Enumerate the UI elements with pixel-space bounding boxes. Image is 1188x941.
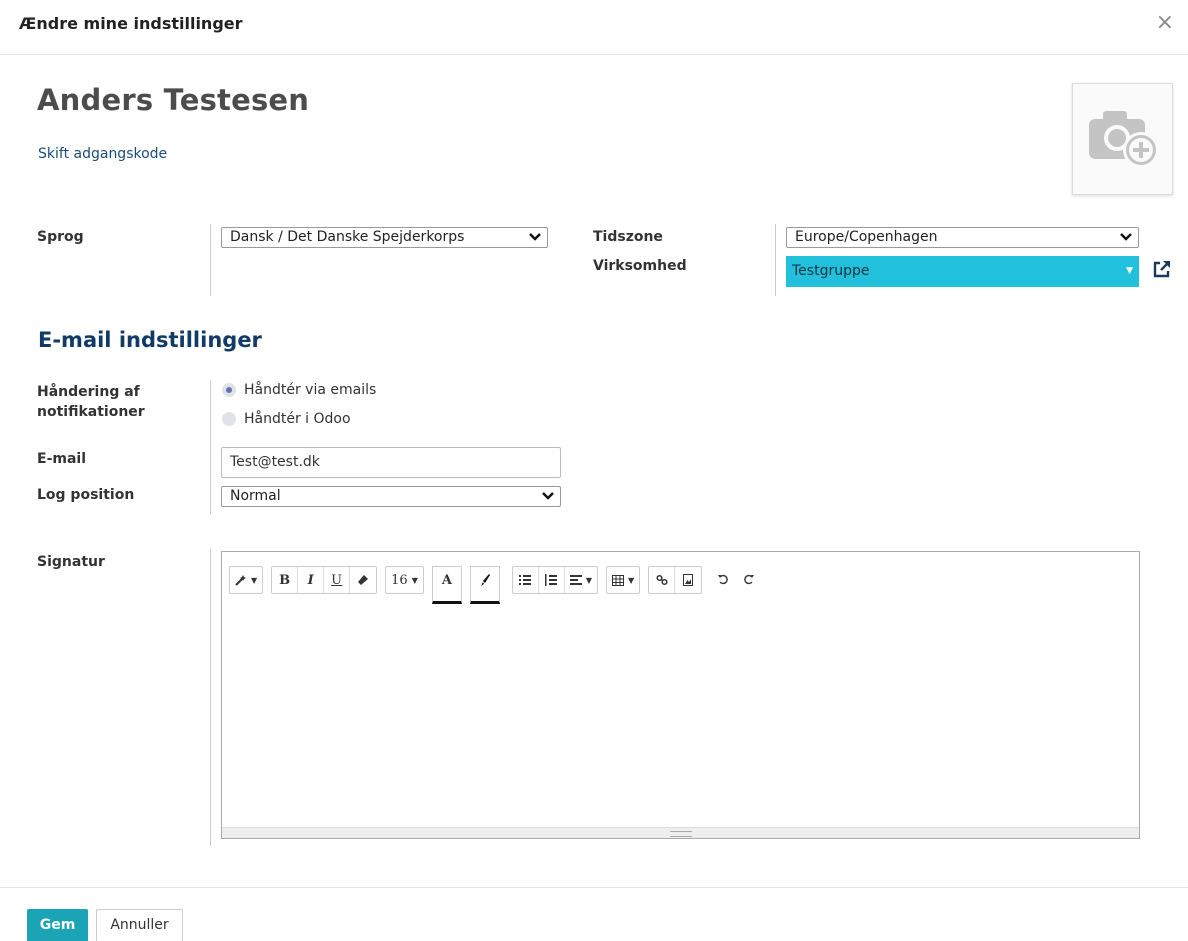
italic-button[interactable]: I [298,567,325,593]
format-group: B I U [271,566,378,594]
list-group: ▼ [511,566,599,594]
editor-toolbar: ▼ B I U 16 ▼ A ▼ ▼ [229,566,770,604]
table-icon[interactable]: ▼ [607,567,639,593]
insert-group [648,566,703,594]
eraser-icon[interactable] [350,567,376,593]
email-settings-heading: E-mail indstillinger [38,328,262,352]
user-name: Anders Testesen [37,83,310,117]
dialog-footer: Gem Annuller [0,887,1188,941]
timezone-select[interactable]: Europe/Copenhagen [786,227,1139,248]
editor-resize-handle[interactable] [222,827,1139,838]
text-color-label: A [441,573,452,588]
radio-in-odoo[interactable]: Håndtér i Odoo [222,411,351,427]
radio-unselected-icon [222,412,236,426]
divider [775,224,776,296]
close-icon[interactable]: × [1156,12,1174,34]
notification-label-line1: Håndering af [37,384,140,400]
language-select[interactable]: Dansk / Det Danske Spejderkorps [221,227,548,248]
radio-via-emails[interactable]: Håndtér via emails [222,382,376,398]
signature-label: Signatur [37,554,105,570]
bullet-list-icon[interactable] [513,567,539,593]
company-select[interactable]: Testgruppe ▼ [786,256,1139,287]
history-group [710,566,762,594]
undo-icon[interactable] [710,566,736,592]
divider [210,224,211,296]
language-label: Sprog [37,229,84,245]
redo-icon[interactable] [736,566,762,592]
save-button[interactable]: Gem [27,909,88,941]
radio-label: Håndtér i Odoo [244,411,351,427]
brush-icon [480,574,490,586]
email-field[interactable]: Test@test.dk [221,447,561,478]
style-group: ▼ [229,566,264,594]
notification-label-line2: notifikationer [37,404,145,420]
chevron-down-icon [542,492,554,500]
signature-editor[interactable]: ▼ B I U 16 ▼ A ▼ ▼ [221,551,1140,839]
highlight-color-button[interactable] [469,566,500,604]
text-color-button[interactable]: A [431,566,462,604]
link-icon[interactable] [649,567,676,593]
language-value: Dansk / Det Danske Spejderkorps [230,229,465,245]
log-position-label: Log position [37,487,135,503]
align-left-icon[interactable]: ▼ [565,567,597,593]
divider [210,380,211,514]
notification-label: Håndering af notifikationer [37,382,145,422]
company-value: Testgruppe [792,263,870,279]
bold-button[interactable]: B [272,567,299,593]
log-position-select[interactable]: Normal [221,486,561,507]
timezone-value: Europe/Copenhagen [795,229,938,245]
avatar-upload[interactable] [1072,83,1173,195]
dialog-header: Ændre mine indstillinger × [0,0,1188,55]
chevron-down-icon [1120,233,1132,241]
image-icon[interactable] [675,567,701,593]
font-size-value: 16 [391,572,408,588]
radio-selected-icon [222,383,236,397]
timezone-label: Tidszone [593,229,663,245]
company-label: Virksomhed [593,258,687,274]
log-position-value: Normal [230,488,281,504]
external-link-icon[interactable] [1152,259,1172,283]
email-label: E-mail [37,451,87,467]
font-size-group: 16 ▼ [385,566,424,594]
font-size-dropdown[interactable]: 16 ▼ [386,567,423,593]
cancel-button[interactable]: Annuller [96,909,183,941]
chevron-down-icon [529,233,541,241]
table-group: ▼ [606,566,641,594]
magic-wand-icon[interactable]: ▼ [230,567,262,593]
caret-down-icon: ▼ [1126,266,1133,276]
divider [210,549,211,846]
change-password-link[interactable]: Skift adgangskode [38,146,167,162]
numbered-list-icon[interactable] [539,567,565,593]
camera-plus-icon [1089,111,1159,168]
underline-button[interactable]: U [324,567,351,593]
radio-label: Håndtér via emails [244,382,377,398]
dialog-title: Ændre mine indstillinger [19,14,243,33]
